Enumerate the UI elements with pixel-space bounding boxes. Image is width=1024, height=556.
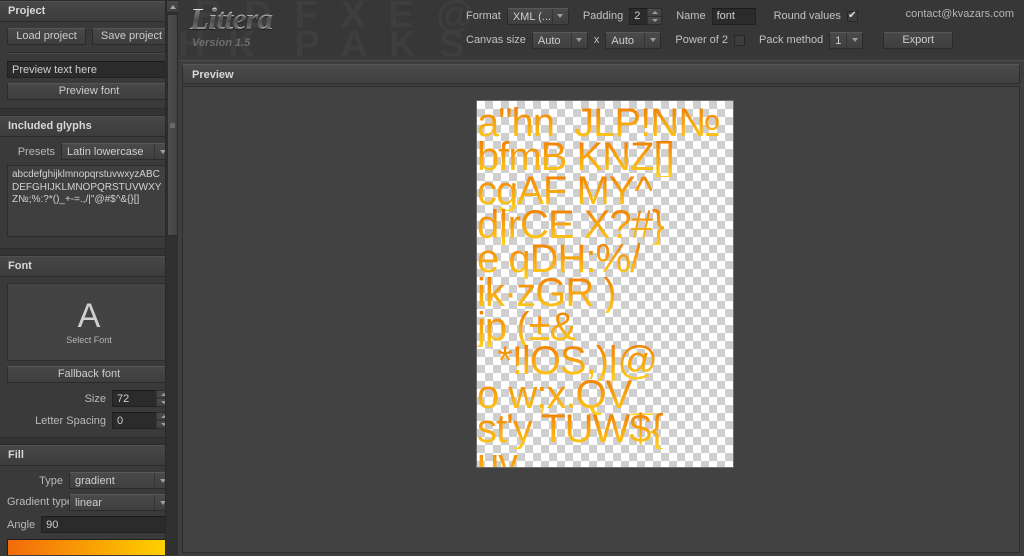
panel-font: Font A Select Font Fallback font Size 72… — [0, 255, 178, 438]
left-sidebar: Project Load project Save project Previe… — [0, 0, 178, 555]
fill-type-select[interactable]: gradient — [69, 472, 171, 489]
padding-label: Padding — [582, 10, 624, 22]
padding-input[interactable] — [629, 7, 648, 25]
size-stepper[interactable] — [112, 390, 171, 407]
padding-spinner-buttons[interactable] — [647, 7, 663, 25]
preview-canvas-area[interactable]: a"hn JLP!N№ bfmB KNZ[] cgAF MY^ d|rCE X?#} e… — [182, 86, 1020, 553]
scrollbar-grip-icon — [170, 122, 175, 128]
panel-glyphs-title: Included glyphs — [0, 116, 178, 137]
angle-input[interactable] — [41, 516, 178, 533]
divider — [7, 52, 171, 54]
canvas-size-separator: x — [593, 34, 600, 46]
letter-spacing-input[interactable] — [112, 412, 156, 429]
panel-project-title: Project — [0, 1, 178, 22]
round-values-label: Round values — [773, 10, 841, 22]
fallback-font-button[interactable]: Fallback font — [7, 366, 171, 383]
select-font-button[interactable]: A Select Font — [7, 283, 171, 361]
panel-font-title: Font — [0, 256, 178, 277]
letter-spacing-stepper[interactable] — [112, 412, 171, 429]
panel-fill: Fill Type gradient Gradient type linear — [0, 444, 178, 555]
export-button[interactable]: Export — [883, 31, 954, 49]
save-project-button[interactable]: Save project — [92, 28, 171, 45]
padding-increment-icon[interactable] — [648, 8, 662, 17]
top-toolbar: R D F X E @ H K P A K S F @ Z L C Litter… — [178, 0, 1024, 56]
padding-stepper[interactable] — [629, 7, 663, 25]
gradient-type-select[interactable]: linear — [69, 494, 171, 511]
pack-method-label: Pack method — [759, 34, 824, 46]
preview-panel-title: Preview — [182, 64, 1020, 84]
name-input[interactable] — [711, 7, 756, 25]
power-of-2-checkbox[interactable] — [734, 34, 746, 46]
panel-included-glyphs: Included glyphs Presets Latin lowercase … — [0, 115, 178, 249]
round-values-checkbox[interactable] — [846, 10, 858, 22]
preview-font-button[interactable]: Preview font — [7, 83, 171, 100]
presets-select-value: Latin lowercase — [67, 146, 144, 158]
panel-project: Project Load project Save project Previe… — [0, 0, 178, 109]
littera-app: Project Load project Save project Previe… — [0, 0, 1024, 556]
gradient-type-label: Gradient type — [7, 496, 74, 508]
app-version: Version 1.5 — [192, 37, 251, 49]
canvas-height-value: Auto — [611, 34, 635, 47]
letter-spacing-label: Letter Spacing — [35, 414, 106, 427]
format-value: XML (... — [512, 10, 551, 23]
format-select[interactable]: XML (... — [506, 7, 569, 25]
size-input[interactable] — [112, 390, 156, 407]
size-label: Size — [84, 392, 106, 405]
glyphs-textarea[interactable]: abcdefghijklmnopqrstuvwxyzABCDEFGHIJKLMN… — [7, 165, 171, 237]
gradient-preview-bar[interactable] — [7, 539, 171, 555]
presets-select[interactable]: Latin lowercase — [61, 143, 171, 160]
scroll-up-button[interactable] — [166, 0, 178, 13]
chevron-down-icon — [644, 32, 660, 48]
atlas-glyph-row: uv — [477, 443, 518, 467]
angle-stepper[interactable] — [41, 516, 178, 533]
chevron-down-icon — [846, 32, 862, 48]
pack-method-select[interactable]: 1 — [829, 31, 864, 49]
panel-fill-title: Fill — [0, 445, 178, 466]
select-font-label: Select Font — [66, 335, 112, 345]
canvas-height-select[interactable]: Auto — [605, 31, 662, 49]
scrollbar-thumb[interactable] — [167, 14, 178, 236]
padding-decrement-icon[interactable] — [648, 16, 662, 24]
canvas-width-value: Auto — [537, 34, 561, 47]
fill-type-label: Type — [39, 474, 63, 487]
fill-type-value: gradient — [75, 475, 115, 487]
pack-method-value: 1 — [835, 34, 842, 47]
app-logo: Littera — [190, 1, 273, 36]
toolbar-options: Format XML (... Padding Name Round value… — [466, 4, 954, 52]
angle-label: Angle — [7, 518, 36, 531]
presets-label: Presets — [17, 145, 55, 158]
canvas-width-select[interactable]: Auto — [531, 31, 588, 49]
preview-text-input[interactable] — [7, 61, 171, 78]
glyph-atlas-canvas[interactable]: a"hn JLP!N№ bfmB KNZ[] cgAF MY^ d|rCE X?#} e… — [476, 100, 734, 468]
name-label: Name — [676, 10, 706, 22]
toolbar-row-2: Canvas size Auto x Auto Power of 2 Pack … — [466, 28, 954, 52]
gradient-type-value: linear — [75, 497, 102, 509]
load-project-button[interactable]: Load project — [7, 28, 86, 45]
preview-panel: Preview a"hn JLP!N№ bfmB KNZ[] cgAF MY^ d|r… — [178, 60, 1024, 556]
chevron-down-icon — [551, 8, 568, 24]
sidebar-scrollbar[interactable] — [165, 0, 178, 555]
format-label: Format — [466, 10, 501, 22]
toolbar-row-1: Format XML (... Padding Name Round value… — [466, 4, 953, 28]
power-of-2-label: Power of 2 — [675, 34, 729, 46]
canvas-size-label: Canvas size — [466, 34, 526, 46]
chevron-down-icon — [570, 32, 587, 48]
font-preview-letter: A — [77, 297, 101, 335]
